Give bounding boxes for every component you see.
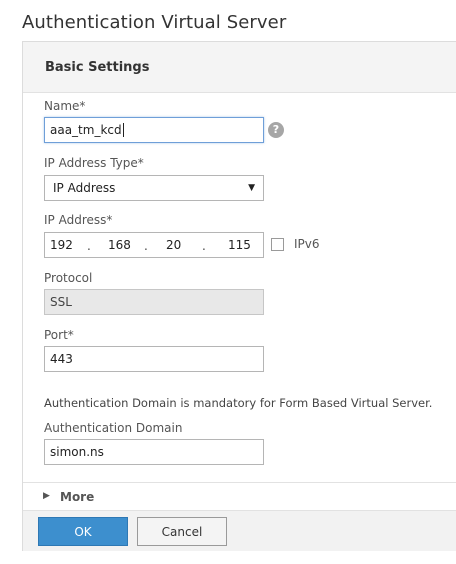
auth-domain-value: simon.ns (50, 445, 104, 459)
port-value: 443 (50, 352, 73, 366)
auth-domain-label: Authentication Domain (44, 421, 183, 435)
ip-octet-1[interactable]: 192 (50, 238, 73, 252)
name-input-value: aaa_tm_kcd (50, 123, 122, 137)
port-input[interactable]: 443 (44, 346, 264, 372)
ip-type-label: IP Address Type* (44, 156, 144, 170)
auth-domain-note: Authentication Domain is mandatory for F… (44, 396, 433, 410)
more-section-toggle[interactable]: ▶ More (23, 482, 456, 510)
ip-separator: . (144, 239, 148, 253)
protocol-field: SSL (44, 289, 264, 315)
ip-type-select[interactable]: IP Address ▼ (44, 175, 264, 201)
port-label: Port* (44, 328, 74, 342)
protocol-label: Protocol (44, 271, 93, 285)
name-input[interactable]: aaa_tm_kcd (44, 117, 264, 143)
name-label: Name* (44, 99, 86, 113)
caret-right-icon: ▶ (43, 491, 50, 501)
panel-title: Basic Settings (45, 60, 150, 75)
ipv6-label: IPv6 (294, 237, 320, 251)
dropdown-arrow-icon: ▼ (248, 183, 255, 193)
panel-header: Basic Settings (23, 42, 456, 93)
protocol-value: SSL (50, 295, 72, 309)
text-cursor (122, 123, 124, 137)
help-icon[interactable]: ? (268, 122, 284, 138)
ok-button[interactable]: OK (38, 517, 128, 546)
ip-octet-3[interactable]: 20 (166, 238, 181, 252)
ip-type-value: IP Address (53, 181, 116, 195)
page-title: Authentication Virtual Server (22, 12, 287, 33)
ip-separator: . (202, 239, 206, 253)
ip-address-label: IP Address* (44, 213, 113, 227)
ipv6-checkbox[interactable] (271, 238, 284, 251)
cancel-button[interactable]: Cancel (137, 517, 227, 546)
ip-octet-4[interactable]: 115 (228, 238, 251, 252)
more-label: More (60, 490, 95, 504)
form-footer: OK Cancel (23, 510, 456, 551)
ip-address-field: 192 . 168 . 20 . 115 (44, 232, 264, 258)
auth-domain-input[interactable]: simon.ns (44, 439, 264, 465)
ip-octet-2[interactable]: 168 (108, 238, 131, 252)
ip-separator: . (87, 239, 91, 253)
